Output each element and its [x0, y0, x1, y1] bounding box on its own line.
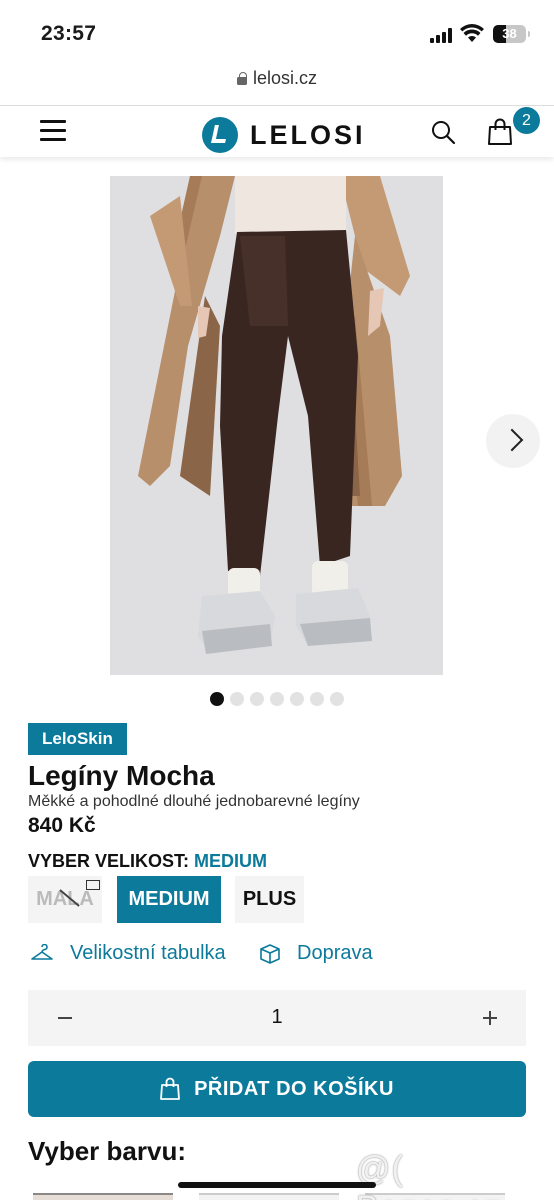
gallery-pagination [210, 692, 344, 706]
search-icon[interactable] [430, 119, 456, 145]
pagination-dot[interactable] [270, 692, 284, 706]
size-option-label: MALA [36, 888, 94, 910]
battery-level: 38 [502, 26, 517, 41]
pagination-dot[interactable] [310, 692, 324, 706]
menu-icon[interactable] [40, 120, 66, 142]
add-to-cart-button[interactable]: PŘIDAT DO KOŠÍKU [28, 1061, 526, 1117]
size-chart-label: Velikostní tabulka [70, 942, 226, 964]
logo-text: LELOSI [250, 119, 366, 150]
browser-url-bar[interactable]: lelosi.cz [0, 64, 554, 106]
lock-icon [236, 72, 247, 85]
home-indicator[interactable] [178, 1182, 376, 1188]
site-logo[interactable]: LELOSI [202, 117, 366, 153]
size-label: VYBER VELIKOST: MEDIUM [28, 851, 267, 872]
battery-icon: 38 [493, 25, 530, 43]
pagination-dot[interactable] [290, 692, 304, 706]
notify-mail-icon[interactable] [86, 880, 100, 890]
package-icon [260, 943, 280, 964]
status-time: 23:57 [41, 22, 97, 45]
plus-icon[interactable] [480, 1008, 500, 1028]
product-subtitle: Měkké a pohodlné dlouhé jednobarevné leg… [28, 793, 360, 810]
color-option[interactable] [33, 1193, 173, 1200]
size-label-text: VYBER VELIKOST: [28, 851, 190, 871]
selected-size: MEDIUM [194, 851, 268, 871]
product-image[interactable] [110, 176, 443, 675]
product-price: 840 Kč [28, 814, 96, 837]
size-option-medium[interactable]: MEDIUM [117, 876, 221, 923]
cellular-signal-icon [430, 28, 454, 43]
chevron-right-icon[interactable] [486, 414, 540, 468]
logo-mark-icon [202, 117, 238, 153]
color-heading: Vyber barvu: [28, 1136, 186, 1166]
shopping-bag-icon[interactable] [487, 117, 513, 147]
size-chart-link[interactable]: Velikostní tabulka [30, 942, 226, 965]
add-to-cart-label: PŘIDAT DO KOŠÍKU [194, 1077, 394, 1100]
shopping-bag-icon [160, 1077, 180, 1100]
product-photo [110, 176, 443, 675]
cart-count-badge[interactable]: 2 [513, 107, 540, 134]
bazos-watermark: @( Bazos.cz [356, 1150, 501, 1200]
size-option-plus[interactable]: PLUS [235, 876, 304, 923]
status-bar: 23:57 38 [0, 0, 554, 64]
quantity-stepper: 1 [28, 990, 526, 1046]
site-header: LELOSI [0, 107, 554, 157]
delivery-link[interactable]: Doprava [259, 942, 373, 965]
delivery-label: Doprava [297, 942, 373, 964]
brand-badge[interactable]: LeloSkin [28, 723, 127, 755]
product-title: Legíny Mocha [28, 760, 215, 791]
color-option[interactable] [199, 1193, 339, 1200]
url-text: lelosi.cz [252, 68, 318, 88]
pagination-dot[interactable] [250, 692, 264, 706]
pagination-dot[interactable] [330, 692, 344, 706]
pagination-dot[interactable] [230, 692, 244, 706]
pagination-dot[interactable] [210, 692, 224, 706]
wifi-icon [460, 24, 484, 42]
hanger-icon [31, 943, 53, 960]
quantity-value[interactable]: 1 [28, 1006, 526, 1029]
